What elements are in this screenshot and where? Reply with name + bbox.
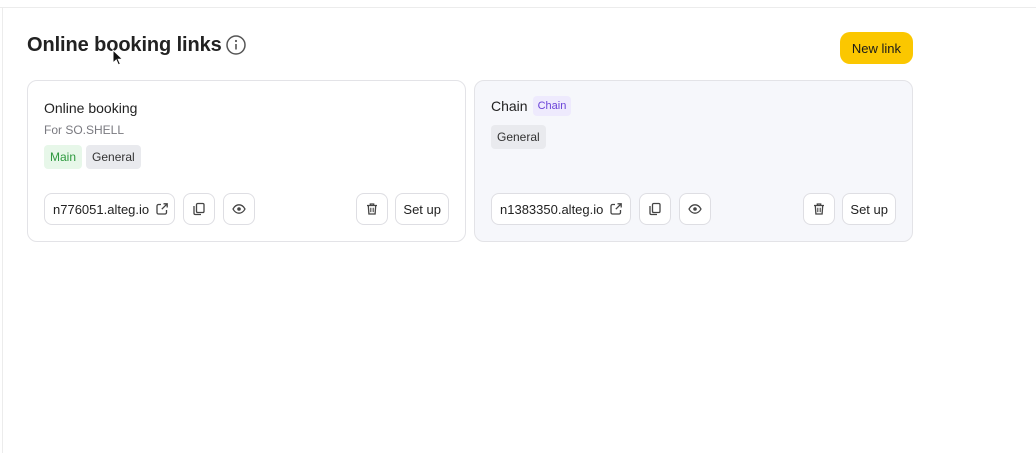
top-divider bbox=[0, 7, 1036, 8]
booking-link[interactable]: n776051.alteg.io bbox=[44, 193, 175, 225]
page-title: Online booking links bbox=[27, 34, 222, 56]
copy-link-button[interactable] bbox=[639, 193, 671, 225]
tag-main: Main bbox=[44, 145, 83, 169]
delete-button[interactable] bbox=[356, 193, 388, 225]
tag-list: Main General bbox=[44, 145, 145, 169]
booking-link-card: Online booking For SO.SHELL Main General … bbox=[27, 80, 466, 242]
external-link-icon bbox=[155, 202, 169, 216]
delete-button[interactable] bbox=[803, 193, 835, 225]
setup-button[interactable]: Set up bbox=[395, 193, 449, 225]
page-header: Online booking links New link bbox=[27, 30, 913, 66]
card-title: Chain bbox=[491, 98, 528, 114]
setup-button[interactable]: Set up bbox=[842, 193, 896, 225]
booking-link-card: Chain Chain General n1383350.alteg.io Se… bbox=[474, 80, 913, 242]
info-icon[interactable] bbox=[225, 34, 247, 56]
preview-button[interactable] bbox=[679, 193, 711, 225]
copy-icon bbox=[648, 202, 662, 216]
card-title-row: Chain Chain bbox=[491, 96, 575, 116]
preview-button[interactable] bbox=[223, 193, 255, 225]
copy-link-button[interactable] bbox=[183, 193, 215, 225]
eye-icon bbox=[688, 202, 702, 216]
card-controls: n776051.alteg.io Set up bbox=[44, 193, 449, 225]
eye-icon bbox=[232, 202, 246, 216]
card-controls: n1383350.alteg.io Set up bbox=[491, 193, 896, 225]
chain-badge: Chain bbox=[532, 96, 572, 116]
card-title: Online booking bbox=[44, 100, 138, 116]
left-divider bbox=[2, 8, 3, 453]
copy-icon bbox=[192, 202, 206, 216]
link-text: n776051.alteg.io bbox=[53, 201, 150, 217]
tag-general: General bbox=[491, 125, 546, 149]
tag-list: General bbox=[491, 125, 550, 149]
tag-general: General bbox=[86, 145, 141, 169]
link-text: n1383350.alteg.io bbox=[500, 201, 604, 217]
external-link-icon bbox=[609, 202, 623, 216]
new-link-button[interactable]: New link bbox=[839, 32, 913, 64]
booking-link[interactable]: n1383350.alteg.io bbox=[491, 193, 631, 225]
card-subtitle: For SO.SHELL bbox=[44, 123, 125, 137]
mouse-cursor-icon bbox=[112, 49, 124, 67]
trash-icon bbox=[365, 202, 379, 216]
trash-icon bbox=[812, 202, 826, 216]
